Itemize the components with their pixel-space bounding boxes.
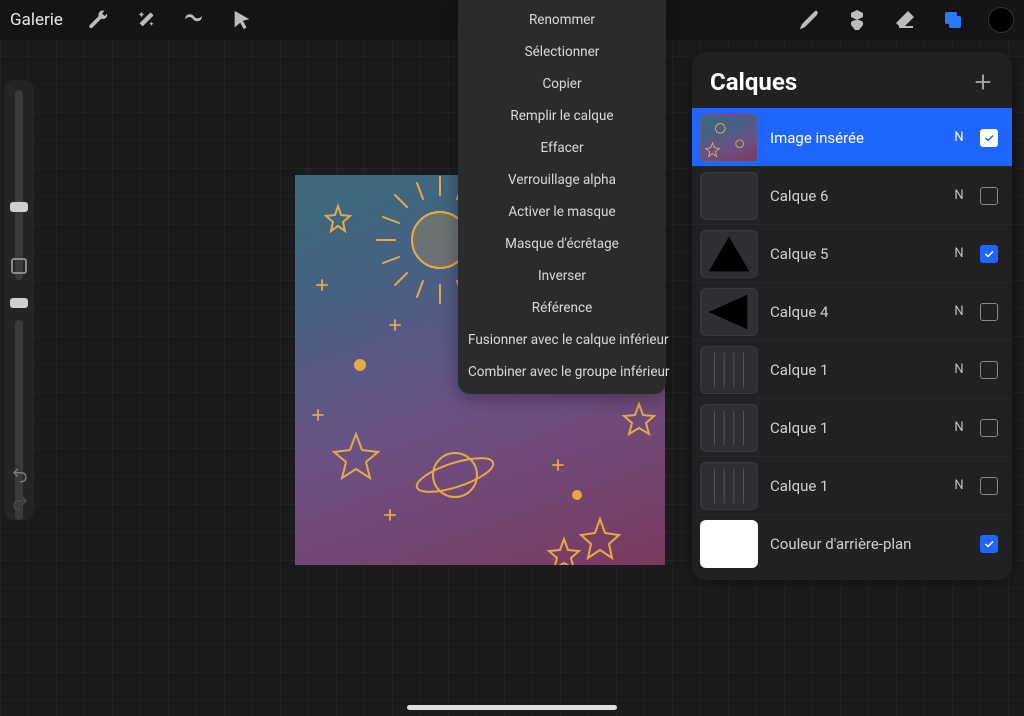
smudge-icon[interactable] <box>844 7 870 33</box>
modifier-button[interactable] <box>11 258 27 274</box>
redo-icon[interactable] <box>11 494 29 512</box>
ctx-fill[interactable]: Remplir le calque <box>458 100 666 132</box>
ctx-clear[interactable]: Effacer <box>458 132 666 164</box>
brush-size-slider-thumb[interactable] <box>10 202 28 212</box>
layer-thumbnail <box>700 462 758 510</box>
layer-visibility-checkbox[interactable] <box>980 187 998 205</box>
background-layer-row[interactable]: Couleur d'arrière-plan <box>692 514 1012 572</box>
layer-visibility-checkbox[interactable] <box>980 477 998 495</box>
eraser-icon[interactable] <box>892 7 918 33</box>
brush-icon[interactable] <box>796 7 822 33</box>
layer-visibility-checkbox[interactable] <box>980 419 998 437</box>
layer-blend-mode[interactable]: N <box>950 362 968 377</box>
layer-thumbnail <box>700 346 758 394</box>
layer-name: Couleur d'arrière-plan <box>770 535 938 553</box>
layer-thumbnail <box>700 404 758 452</box>
layers-panel-title: Calques <box>710 68 797 96</box>
ctx-select[interactable]: Sélectionner <box>458 36 666 68</box>
gallery-button[interactable]: Galerie <box>10 10 63 30</box>
layer-name: Calque 1 <box>770 361 938 379</box>
layer-visibility-checkbox[interactable] <box>980 129 998 147</box>
ctx-mask[interactable]: Activer le masque <box>458 196 666 228</box>
layer-visibility-checkbox[interactable] <box>980 535 998 553</box>
ctx-reference[interactable]: Référence <box>458 292 666 324</box>
layer-blend-mode[interactable]: N <box>950 478 968 493</box>
layer-row[interactable]: Calque 5 N <box>692 224 1012 282</box>
add-layer-icon[interactable] <box>972 71 994 93</box>
layer-name: Image insérée <box>770 129 938 147</box>
opacity-slider-track[interactable] <box>15 320 23 520</box>
layer-context-menu: Renommer Sélectionner Copier Remplir le … <box>458 0 666 394</box>
layers-panel: Calques Image insérée N Calque 6 N Calqu… <box>692 52 1012 580</box>
ctx-alpha-lock[interactable]: Verrouillage alpha <box>458 164 666 196</box>
ctx-rename[interactable]: Renommer <box>458 4 666 36</box>
brush-size-slider-track[interactable] <box>15 90 23 280</box>
undo-icon[interactable] <box>11 466 29 484</box>
layers-icon[interactable] <box>940 7 966 33</box>
layer-name: Calque 5 <box>770 245 938 263</box>
wrench-icon[interactable] <box>85 7 111 33</box>
opacity-slider-thumb[interactable] <box>10 298 28 308</box>
ctx-invert[interactable]: Inverser <box>458 260 666 292</box>
home-indicator <box>407 705 617 710</box>
layer-thumbnail <box>700 114 758 162</box>
layer-row[interactable]: Calque 4 N <box>692 282 1012 340</box>
layer-thumbnail <box>700 172 758 220</box>
layer-row[interactable]: Calque 1 N <box>692 456 1012 514</box>
layer-row[interactable]: Calque 6 N <box>692 166 1012 224</box>
layer-thumbnail <box>700 230 758 278</box>
ctx-combine-down[interactable]: Combiner avec le groupe inférieur <box>458 356 666 388</box>
color-swatch[interactable] <box>988 7 1014 33</box>
wand-icon[interactable] <box>133 7 159 33</box>
layer-blend-mode[interactable]: N <box>950 130 968 145</box>
layer-row[interactable]: Calque 1 N <box>692 340 1012 398</box>
left-sidebar <box>4 80 34 520</box>
layer-name: Calque 6 <box>770 187 938 205</box>
layer-visibility-checkbox[interactable] <box>980 303 998 321</box>
layer-name: Calque 1 <box>770 419 938 437</box>
layer-blend-mode[interactable]: N <box>950 188 968 203</box>
layer-name: Calque 1 <box>770 477 938 495</box>
layer-row[interactable]: Calque 1 N <box>692 398 1012 456</box>
layer-blend-mode[interactable]: N <box>950 420 968 435</box>
ctx-clip-mask[interactable]: Masque d'écrêtage <box>458 228 666 260</box>
layer-blend-mode[interactable]: N <box>950 246 968 261</box>
layer-blend-mode[interactable]: N <box>950 304 968 319</box>
selection-icon[interactable] <box>181 7 207 33</box>
layer-visibility-checkbox[interactable] <box>980 245 998 263</box>
layer-name: Calque 4 <box>770 303 938 321</box>
layer-thumbnail <box>700 288 758 336</box>
ctx-copy[interactable]: Copier <box>458 68 666 100</box>
ctx-merge-down[interactable]: Fusionner avec le calque inférieur <box>458 324 666 356</box>
layer-thumbnail <box>700 520 758 568</box>
layer-row[interactable]: Image insérée N <box>692 108 1012 166</box>
cursor-icon[interactable] <box>229 7 255 33</box>
layer-visibility-checkbox[interactable] <box>980 361 998 379</box>
